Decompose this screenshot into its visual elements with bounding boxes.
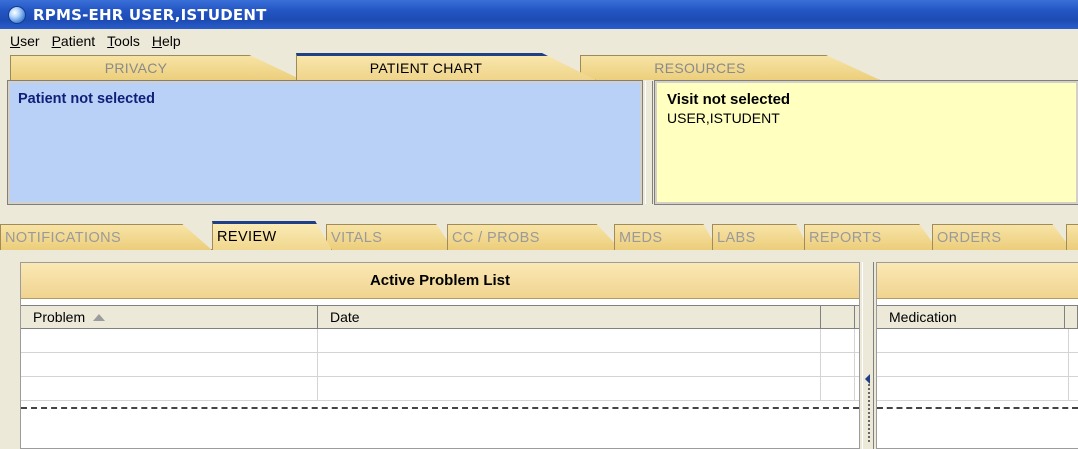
menu-help[interactable]: Help bbox=[146, 33, 187, 49]
tab-vitals[interactable]: VITALS bbox=[326, 224, 454, 250]
medications-title bbox=[877, 263, 1078, 299]
menu-tools[interactable]: Tools bbox=[101, 33, 146, 49]
table-row[interactable] bbox=[21, 377, 859, 401]
tab-orders[interactable]: ORDERS bbox=[932, 224, 1072, 250]
column-header-next[interactable] bbox=[1065, 306, 1078, 328]
row-divider bbox=[877, 407, 1078, 413]
app-icon bbox=[8, 5, 26, 24]
problem-list-title: Active Problem List bbox=[21, 263, 859, 299]
column-header-medication[interactable]: Medication bbox=[877, 306, 1065, 328]
medications-pane: Medication bbox=[876, 262, 1078, 449]
tab-meds[interactable]: MEDS bbox=[614, 224, 718, 250]
patient-status-label: Patient not selected bbox=[18, 91, 155, 107]
collapse-left-icon[interactable] bbox=[865, 374, 870, 384]
tab-resources[interactable]: RESOURCES bbox=[580, 55, 880, 80]
tab-overflow[interactable] bbox=[1066, 224, 1078, 250]
patient-selector-panel[interactable]: Patient not selected bbox=[7, 80, 643, 205]
grip-icon bbox=[868, 384, 870, 444]
tab-labs[interactable]: LABS bbox=[712, 224, 810, 250]
column-header-date[interactable]: Date bbox=[318, 306, 821, 328]
menu-bar: User Patient Tools Help bbox=[0, 29, 1078, 52]
medication-column-headers: Medication bbox=[877, 305, 1078, 329]
table-row[interactable] bbox=[21, 353, 859, 377]
problem-list-grid[interactable] bbox=[21, 329, 859, 413]
medication-grid[interactable] bbox=[877, 329, 1078, 413]
chart-tab-strip: NOTIFICATIONS VITALS CC / PROBS MEDS LAB… bbox=[0, 218, 1078, 250]
row-divider bbox=[21, 407, 859, 413]
table-row[interactable] bbox=[21, 329, 859, 353]
menu-patient[interactable]: Patient bbox=[46, 33, 102, 49]
header-splitter[interactable] bbox=[645, 81, 653, 204]
visit-user-label: USER,ISTUDENT bbox=[667, 110, 780, 126]
column-header-problem[interactable]: Problem bbox=[21, 306, 318, 328]
top-tab-strip: PRIVACY RESOURCES PATIENT CHART bbox=[0, 52, 1078, 80]
column-header-extra[interactable] bbox=[821, 306, 855, 328]
sort-ascending-icon bbox=[93, 313, 106, 321]
table-row[interactable] bbox=[877, 353, 1078, 377]
tab-privacy[interactable]: PRIVACY bbox=[10, 55, 302, 80]
tab-patient-chart[interactable]: PATIENT CHART bbox=[296, 53, 596, 80]
tab-cc-probs[interactable]: CC / PROBS bbox=[447, 224, 621, 250]
window-title: RPMS-EHR USER,ISTUDENT bbox=[33, 5, 267, 24]
tab-review[interactable]: REVIEW bbox=[212, 221, 332, 250]
menu-user[interactable]: User bbox=[4, 33, 46, 49]
title-bar[interactable]: RPMS-EHR USER,ISTUDENT bbox=[0, 0, 1078, 29]
visit-selector-panel[interactable]: Visit not selected USER,ISTUDENT bbox=[654, 80, 1078, 205]
tab-notifications[interactable]: NOTIFICATIONS bbox=[0, 224, 212, 250]
tab-reports[interactable]: REPORTS bbox=[804, 224, 938, 250]
problem-list-column-headers: Problem Date bbox=[21, 305, 859, 329]
table-row[interactable] bbox=[877, 377, 1078, 401]
visit-status-label: Visit not selected bbox=[667, 91, 791, 108]
table-row[interactable] bbox=[877, 329, 1078, 353]
active-problem-list-pane: Active Problem List Problem Date bbox=[20, 262, 860, 449]
pane-splitter[interactable] bbox=[862, 262, 874, 449]
